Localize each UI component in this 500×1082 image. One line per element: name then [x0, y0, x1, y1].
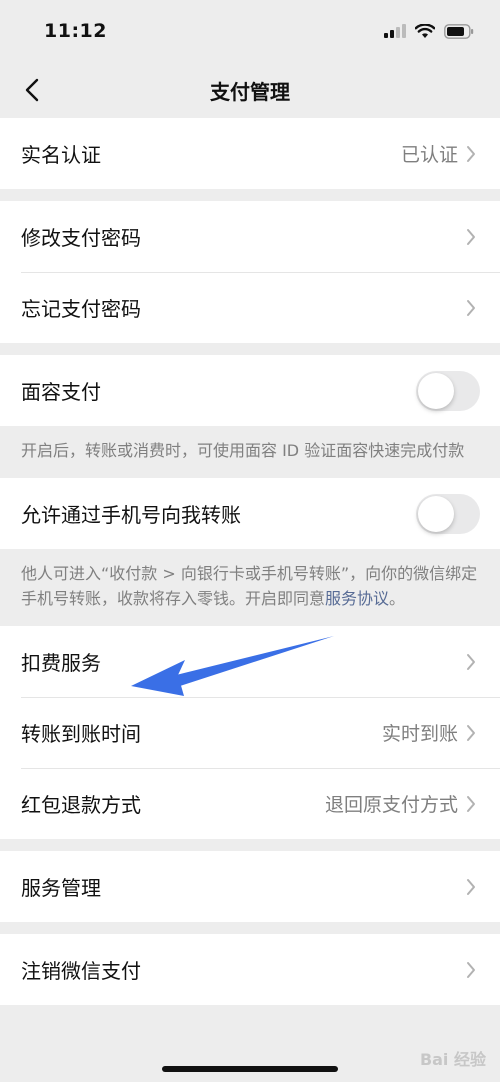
signal-icon [384, 24, 406, 38]
cancel-wechat-pay-label: 注销微信支付 [21, 959, 141, 983]
face-pay-group: 面容支付 [0, 355, 500, 426]
service-manage-group: 服务管理 [0, 851, 500, 922]
battery-icon [444, 23, 474, 39]
phone-transfer-toggle[interactable] [416, 493, 480, 534]
deduction-service-label: 扣费服务 [21, 651, 101, 675]
phone-transfer-row: 允许通过手机号向我转账 [0, 478, 500, 549]
red-packet-refund-right: 退回原支付方式 [325, 790, 478, 817]
page-title: 支付管理 [210, 79, 290, 104]
change-password-row[interactable]: 修改支付密码 [0, 201, 500, 272]
chevron-right-icon [466, 723, 478, 743]
status-bar: 11:12 [0, 0, 500, 62]
phone-transfer-label: 允许通过手机号向我转账 [21, 503, 241, 527]
transfer-arrival-right: 实时到账 [382, 719, 478, 746]
face-pay-note: 开启后，转账或消费时，可使用面容 ID 验证面容快速完成付款 [0, 426, 500, 478]
red-packet-refund-value: 退回原支付方式 [324, 794, 458, 816]
realname-group: 实名认证 已认证 [0, 118, 500, 189]
face-pay-toggle[interactable] [416, 370, 480, 411]
transfer-arrival-value: 实时到账 [381, 723, 458, 745]
section-gap [0, 343, 500, 355]
red-packet-refund-row[interactable]: 红包退款方式 退回原支付方式 [0, 768, 500, 839]
password-group: 修改支付密码 忘记支付密码 [0, 201, 500, 343]
nav-bar: 支付管理 [0, 62, 500, 118]
chevron-right-icon [466, 652, 478, 672]
face-pay-label: 面容支付 [21, 380, 101, 404]
wifi-icon [415, 23, 435, 38]
section-gap [0, 189, 500, 201]
realname-right: 已认证 [401, 140, 478, 167]
service-agreement-link[interactable]: 服务协议 [325, 589, 389, 608]
phone-transfer-note: 他人可进入“收付款 > 向银行卡或手机号转账”，向你的微信绑定手机号转账，收款将… [0, 549, 500, 626]
services-group: 扣费服务 转账到账时间 实时到账 红包退款方式 退回原支付方式 [0, 626, 500, 839]
chevron-right-icon [466, 877, 478, 897]
home-indicator [162, 1066, 338, 1072]
realname-status: 已认证 [400, 144, 458, 166]
status-time: 11:12 [44, 20, 107, 42]
chevron-right-icon [466, 960, 478, 980]
service-manage-label: 服务管理 [21, 876, 101, 900]
phone-transfer-note-text: 他人可进入“收付款 > 向银行卡或手机号转账”，向你的微信绑定手机号转账，收款将… [21, 564, 478, 608]
face-pay-row: 面容支付 [0, 355, 500, 426]
status-icons [384, 23, 474, 39]
back-button[interactable] [14, 72, 50, 108]
deduction-service-row[interactable]: 扣费服务 [0, 626, 500, 697]
chevron-right-icon [466, 794, 478, 814]
watermark: Bai 经验 [419, 1050, 486, 1069]
note-period: 。 [389, 589, 406, 608]
transfer-arrival-label: 转账到账时间 [21, 722, 141, 746]
section-gap [0, 839, 500, 851]
service-manage-row[interactable]: 服务管理 [0, 851, 500, 922]
realname-row[interactable]: 实名认证 已认证 [0, 118, 500, 189]
back-arrow-icon [25, 78, 39, 102]
transfer-arrival-row[interactable]: 转账到账时间 实时到账 [0, 697, 500, 768]
change-password-label: 修改支付密码 [21, 226, 141, 250]
section-gap [0, 922, 500, 934]
toggle-knob [418, 495, 454, 532]
cancel-wechat-pay-row[interactable]: 注销微信支付 [0, 934, 500, 1005]
forgot-password-label: 忘记支付密码 [21, 297, 141, 321]
forgot-password-row[interactable]: 忘记支付密码 [0, 272, 500, 343]
realname-label: 实名认证 [21, 143, 101, 167]
toggle-knob [418, 372, 454, 409]
phone-transfer-group: 允许通过手机号向我转账 [0, 478, 500, 549]
cancel-pay-group: 注销微信支付 [0, 934, 500, 1005]
chevron-right-icon [466, 298, 478, 318]
chevron-right-icon [466, 227, 478, 247]
red-packet-refund-label: 红包退款方式 [21, 793, 141, 817]
chevron-right-icon [466, 144, 478, 164]
